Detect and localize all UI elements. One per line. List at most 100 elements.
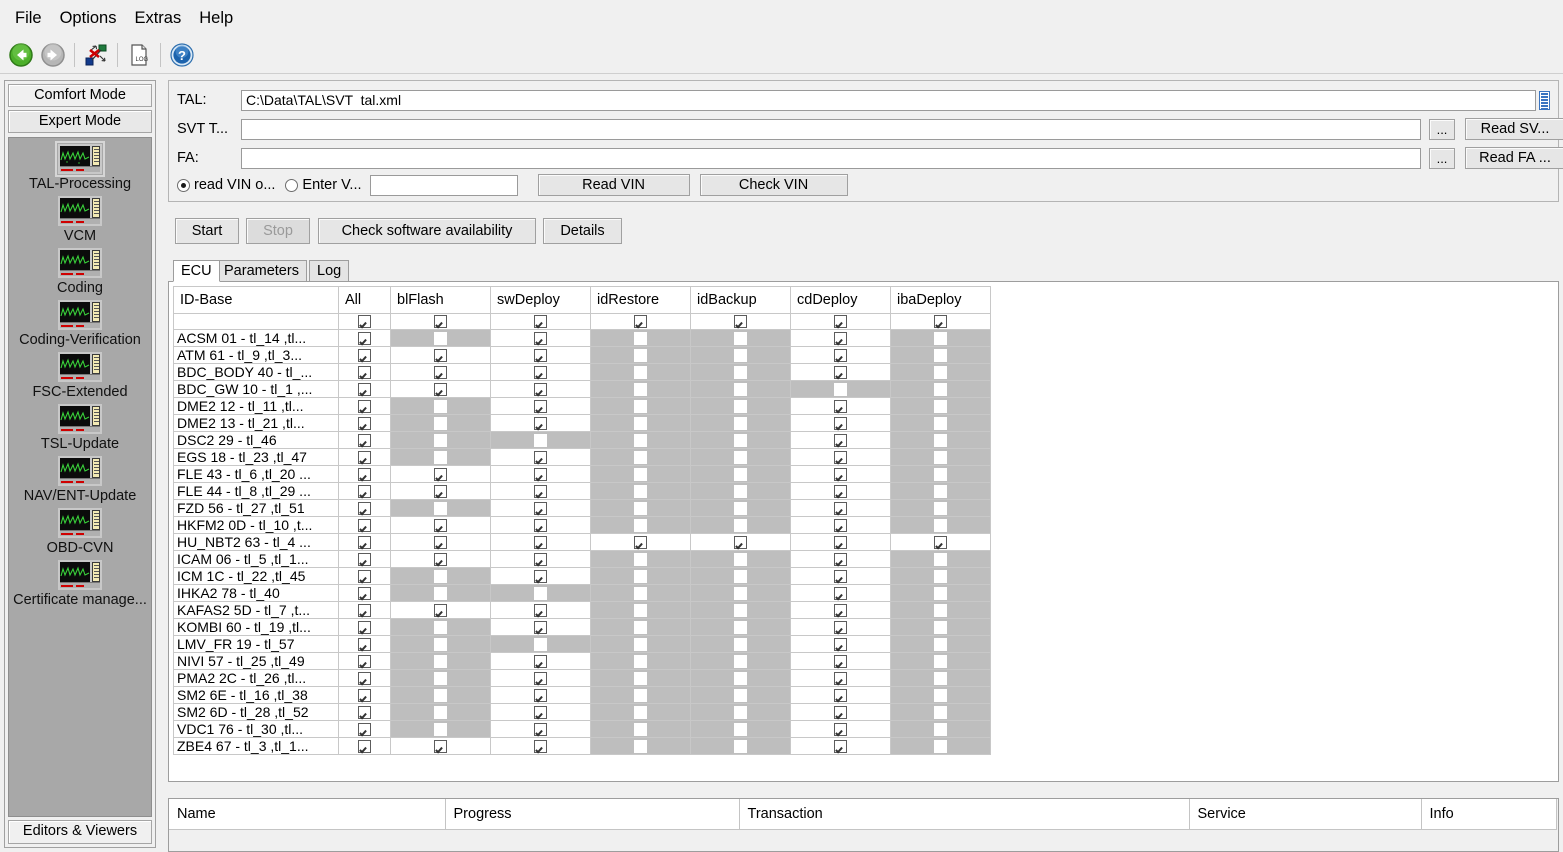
- checkbox-blflash[interactable]: [434, 603, 447, 617]
- cell-cddeploy[interactable]: [790, 550, 891, 568]
- table-row[interactable]: DSC2 29 - tl_46: [173, 431, 991, 449]
- checkbox-all[interactable]: [358, 416, 371, 430]
- checkbox-idrestore[interactable]: [634, 348, 647, 362]
- cell-ibadeploy[interactable]: [890, 635, 991, 653]
- checkbox-blflash[interactable]: [434, 416, 447, 430]
- cell-blflash[interactable]: [390, 533, 491, 551]
- cell-ibadeploy[interactable]: [890, 482, 991, 500]
- checkbox-all[interactable]: [358, 552, 371, 566]
- cell-blflash[interactable]: [390, 618, 491, 636]
- cell-blflash[interactable]: [390, 313, 491, 330]
- cell-ibadeploy[interactable]: [890, 329, 991, 347]
- cell-blflash[interactable]: [390, 465, 491, 483]
- cell-cddeploy[interactable]: [790, 618, 891, 636]
- cell-ibadeploy[interactable]: [890, 448, 991, 466]
- checkbox-blflash[interactable]: [434, 671, 447, 685]
- checkbox-swdeploy[interactable]: [534, 315, 547, 328]
- checkbox-idrestore[interactable]: [634, 484, 647, 498]
- checkbox-cddeploy[interactable]: [834, 382, 847, 396]
- checkbox-ibadeploy[interactable]: [934, 467, 947, 481]
- cell-cddeploy[interactable]: [790, 313, 891, 330]
- cell-swdeploy[interactable]: [490, 584, 591, 602]
- status-column-transaction[interactable]: Transaction: [739, 799, 1190, 830]
- log-file-button[interactable]: LOG: [123, 39, 155, 71]
- checkbox-ibadeploy[interactable]: [934, 705, 947, 719]
- cell-idrestore[interactable]: [590, 397, 691, 415]
- cell-swdeploy[interactable]: [490, 533, 591, 551]
- cell-swdeploy[interactable]: [490, 601, 591, 619]
- checkbox-swdeploy[interactable]: [534, 535, 547, 549]
- cell-id-base[interactable]: BDC_GW 10 - tl_1 ,...: [173, 380, 339, 398]
- checkbox-all[interactable]: [358, 535, 371, 549]
- cell-ibadeploy[interactable]: [890, 380, 991, 398]
- checkbox-idrestore[interactable]: [634, 365, 647, 379]
- cell-idrestore[interactable]: [590, 363, 691, 381]
- checkbox-idrestore[interactable]: [634, 315, 647, 328]
- checkbox-swdeploy[interactable]: [534, 484, 547, 498]
- cell-idbackup[interactable]: [690, 720, 791, 738]
- checkbox-idbackup[interactable]: [734, 365, 747, 379]
- checkbox-cddeploy[interactable]: [834, 450, 847, 464]
- cell-ibadeploy[interactable]: [890, 516, 991, 534]
- cell-idrestore[interactable]: [590, 703, 691, 721]
- cell-ibadeploy[interactable]: [890, 652, 991, 670]
- column-header-idrestore[interactable]: idRestore: [590, 286, 691, 314]
- cell-blflash[interactable]: [390, 567, 491, 585]
- cell-ibadeploy[interactable]: [890, 465, 991, 483]
- checkbox-idbackup[interactable]: [734, 705, 747, 719]
- checkbox-idbackup[interactable]: [734, 484, 747, 498]
- checkbox-ibadeploy[interactable]: [934, 331, 947, 345]
- checkbox-idrestore[interactable]: [634, 467, 647, 481]
- cell-id-base[interactable]: FZD 56 - tl_27 ,tl_51: [173, 499, 339, 517]
- checkbox-ibadeploy[interactable]: [934, 603, 947, 617]
- read-svt-button[interactable]: Read SV...: [1465, 118, 1563, 140]
- checkbox-ibadeploy[interactable]: [934, 450, 947, 464]
- cell-idrestore[interactable]: [590, 346, 691, 364]
- checkbox-all[interactable]: [358, 586, 371, 600]
- cell-cddeploy[interactable]: [790, 346, 891, 364]
- checkbox-cddeploy[interactable]: [834, 416, 847, 430]
- cell-cddeploy[interactable]: [790, 601, 891, 619]
- cell-swdeploy[interactable]: [490, 618, 591, 636]
- column-header-id-base[interactable]: ID-Base: [173, 286, 339, 314]
- checkbox-swdeploy[interactable]: [534, 416, 547, 430]
- cell-idrestore[interactable]: [590, 499, 691, 517]
- checkbox-swdeploy[interactable]: [534, 433, 547, 447]
- checkbox-idrestore[interactable]: [634, 688, 647, 702]
- cell-idbackup[interactable]: [690, 414, 791, 432]
- checkbox-blflash[interactable]: [434, 739, 447, 753]
- checkbox-idrestore[interactable]: [634, 518, 647, 532]
- checkbox-idrestore[interactable]: [634, 620, 647, 634]
- checkbox-cddeploy[interactable]: [834, 501, 847, 515]
- table-row[interactable]: EGS 18 - tl_23 ,tl_47: [173, 448, 991, 466]
- checkbox-blflash[interactable]: [434, 688, 447, 702]
- cell-all[interactable]: [338, 414, 391, 432]
- checkbox-idbackup[interactable]: [734, 671, 747, 685]
- checkbox-blflash[interactable]: [434, 705, 447, 719]
- checkbox-idbackup[interactable]: [734, 552, 747, 566]
- checkbox-blflash[interactable]: [434, 535, 447, 549]
- cell-idrestore[interactable]: [590, 516, 691, 534]
- table-row[interactable]: LMV_FR 19 - tl_57: [173, 635, 991, 653]
- table-row[interactable]: BDC_GW 10 - tl_1 ,...: [173, 380, 991, 398]
- table-row[interactable]: HKFM2 0D - tl_10 ,t...: [173, 516, 991, 534]
- read-fa-button[interactable]: Read FA ...: [1465, 147, 1563, 169]
- cell-idrestore[interactable]: [590, 601, 691, 619]
- cell-all[interactable]: [338, 329, 391, 347]
- cell-blflash[interactable]: [390, 482, 491, 500]
- cell-blflash[interactable]: [390, 346, 491, 364]
- cell-blflash[interactable]: [390, 431, 491, 449]
- back-button[interactable]: [5, 39, 37, 71]
- menu-item-help[interactable]: Help: [190, 6, 242, 30]
- checkbox-idrestore[interactable]: [634, 535, 647, 549]
- checkbox-swdeploy[interactable]: [534, 705, 547, 719]
- cell-cddeploy[interactable]: [790, 737, 891, 755]
- checkbox-all[interactable]: [358, 603, 371, 617]
- cell-blflash[interactable]: [390, 380, 491, 398]
- column-header-cddeploy[interactable]: cdDeploy: [790, 286, 891, 314]
- cell-id-base[interactable]: ICM 1C - tl_22 ,tl_45: [173, 567, 339, 585]
- table-row[interactable]: PMA2 2C - tl_26 ,tl...: [173, 669, 991, 687]
- checkbox-cddeploy[interactable]: [834, 399, 847, 413]
- cell-id-base[interactable]: DME2 13 - tl_21 ,tl...: [173, 414, 339, 432]
- check-software-availability-button[interactable]: Check software availability: [318, 218, 536, 244]
